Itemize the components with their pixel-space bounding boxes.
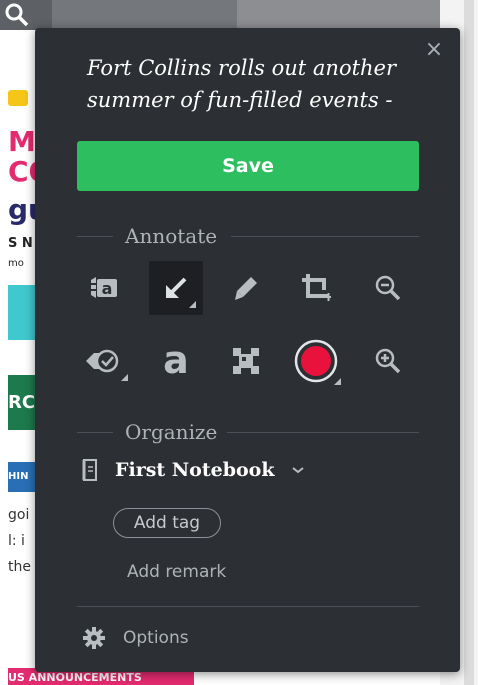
- stamp-icon[interactable]: [77, 334, 131, 388]
- notebook-selector[interactable]: First Notebook: [81, 455, 305, 485]
- dropdown-corner-icon: [334, 378, 341, 385]
- close-icon[interactable]: ×: [424, 39, 444, 61]
- text-icon[interactable]: a: [149, 334, 203, 388]
- chevron-down-icon: [291, 467, 304, 474]
- options-button[interactable]: Options: [83, 625, 189, 651]
- annotate-heading: Annotate: [125, 224, 218, 248]
- options-label: Options: [123, 628, 189, 648]
- organize-heading: Organize: [125, 420, 218, 444]
- zoom-in-icon[interactable]: [361, 334, 415, 388]
- annotate-section-header: Annotate: [77, 224, 419, 248]
- add-tag-button[interactable]: Add tag: [113, 508, 221, 538]
- arrow-icon[interactable]: [149, 261, 203, 315]
- notebook-name: First Notebook: [115, 459, 275, 481]
- background-text: S N: [8, 236, 33, 251]
- crop-icon[interactable]: [289, 261, 343, 315]
- scrollbar-track[interactable]: [464, 0, 474, 685]
- gear-icon: [83, 627, 105, 649]
- background-badge: [8, 90, 28, 106]
- color-picker-icon[interactable]: [289, 334, 343, 388]
- pixelate-icon[interactable]: [219, 334, 273, 388]
- background-text: mo: [8, 258, 24, 269]
- search-icon[interactable]: [4, 2, 30, 28]
- text-highlight-icon[interactable]: a: [77, 261, 131, 315]
- background-header: [0, 0, 440, 30]
- text-tool-glyph: a: [163, 341, 189, 381]
- add-remark-field[interactable]: Add remark: [127, 562, 226, 582]
- clip-title[interactable]: Fort Collins rolls out another summer of…: [87, 52, 417, 116]
- background-header-segment: [237, 0, 440, 30]
- divider: [77, 236, 113, 237]
- pen-icon[interactable]: [219, 261, 273, 315]
- dropdown-corner-icon: [189, 301, 196, 308]
- save-button[interactable]: Save: [77, 141, 419, 191]
- dropdown-corner-icon: [121, 374, 128, 381]
- zoom-out-icon[interactable]: [361, 261, 415, 315]
- organize-section-header: Organize: [77, 420, 419, 444]
- web-clipper-panel: × Fort Collins rolls out another summer …: [35, 28, 460, 672]
- divider: [77, 432, 113, 433]
- background-header-segment: [52, 0, 237, 30]
- divider: [77, 606, 419, 607]
- divider: [231, 236, 419, 237]
- notebook-icon: [82, 459, 97, 481]
- divider: [227, 432, 419, 433]
- svg-text:a: a: [102, 279, 113, 298]
